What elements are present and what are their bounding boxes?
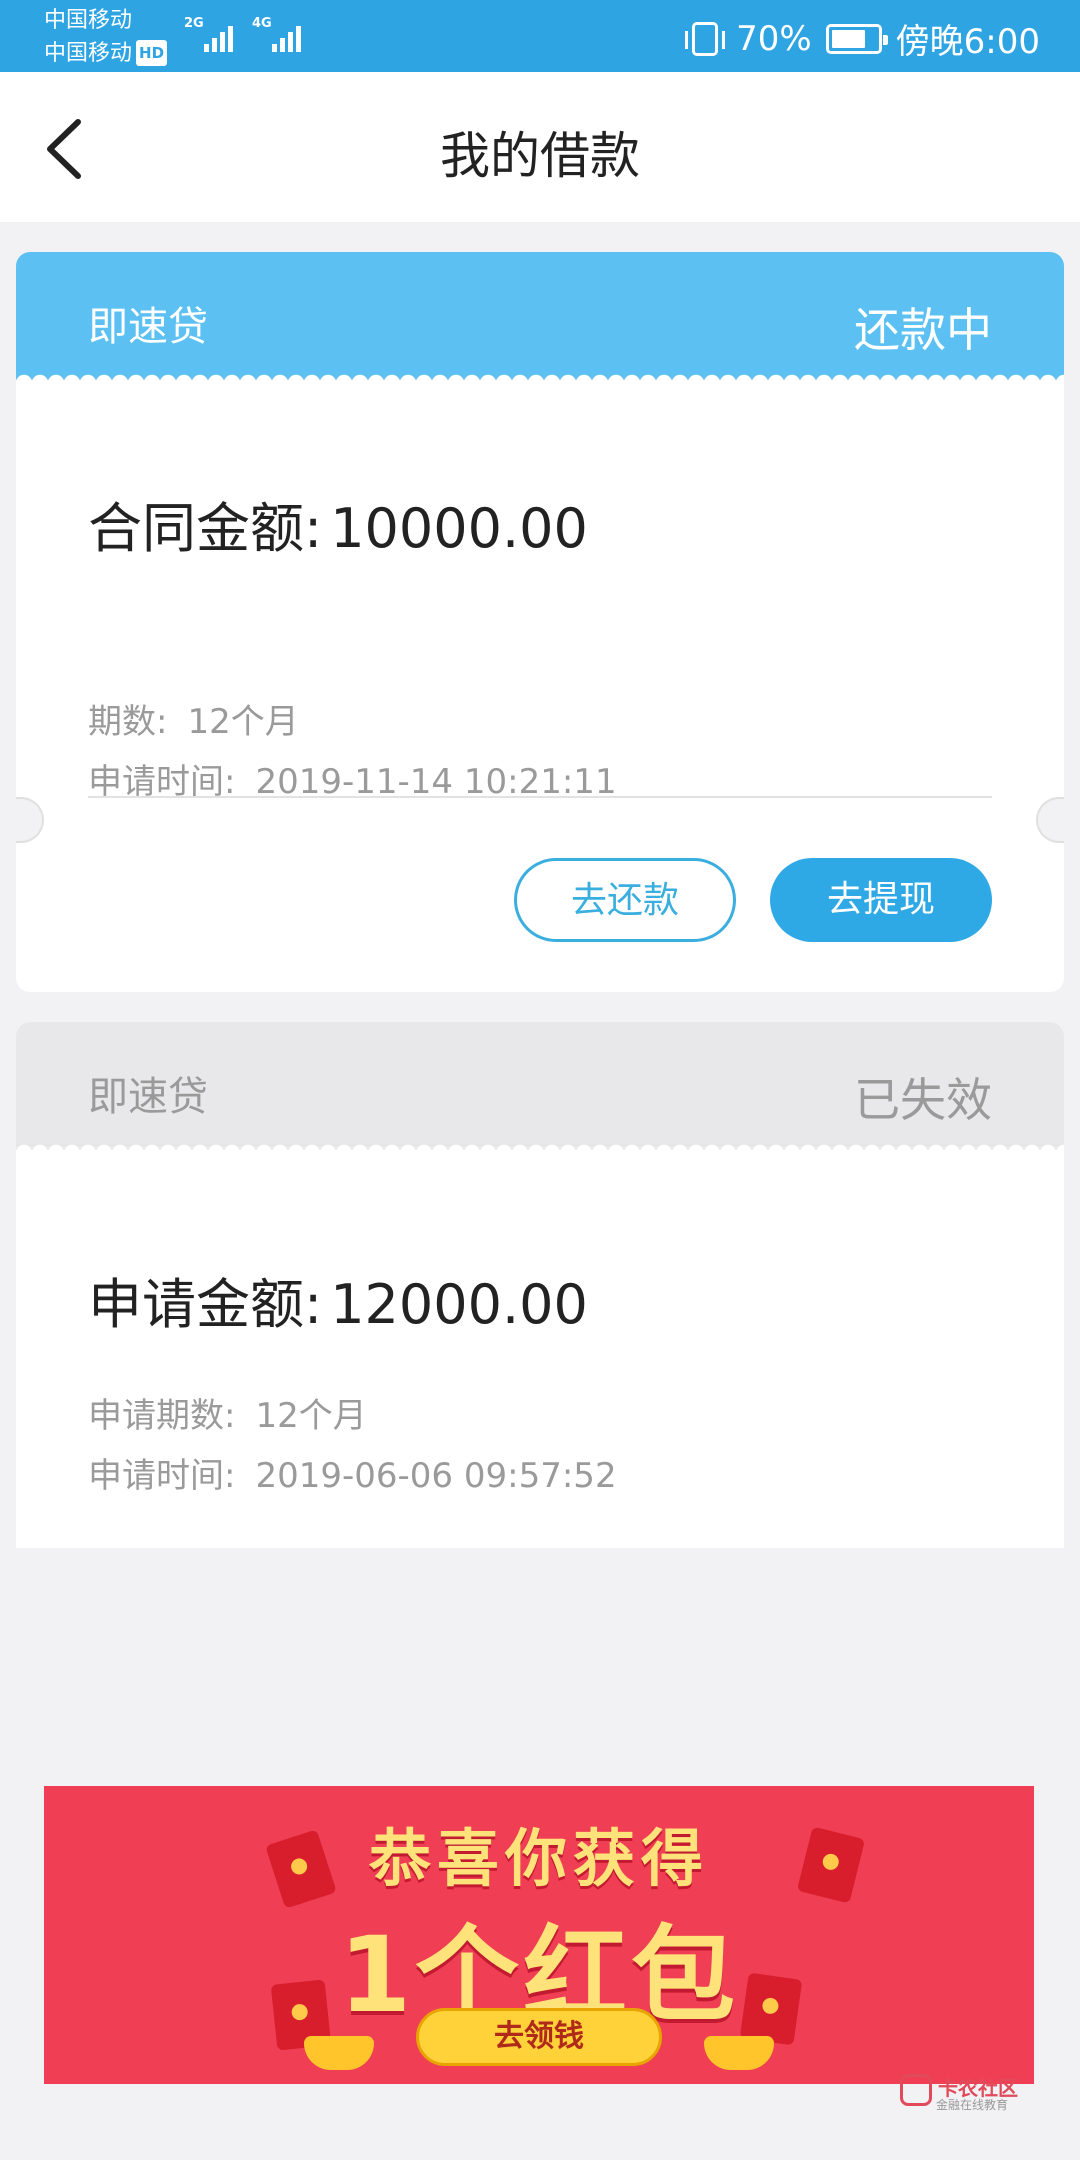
contract-amount-label: 合同金额: — [88, 497, 323, 560]
scalloped-edge — [16, 367, 1064, 383]
loan-card-active: 即速贷 还款中 合同金额: 10000.00 期数: 12个月 申请时间: 2019-… — [16, 252, 1064, 992]
watermark-logo-icon — [900, 2074, 932, 2106]
loan-term: 期数: 12个月 — [88, 694, 299, 743]
loan-card-expired[interactable]: 即速贷 已失效 申请金额: 12000.00 申请期数: 12个月 申请时间: 201… — [16, 1022, 1064, 1548]
ticket-notch-left — [16, 797, 44, 843]
contract-amount-value: 10000.00 — [330, 497, 588, 560]
red-packet-banner[interactable]: 恭喜你获得 1个红包 去领钱 — [44, 1786, 1034, 2084]
network-type-2: 4G — [252, 16, 272, 31]
apply-term: 申请期数: 12个月 — [88, 1388, 367, 1437]
apply-time-label: 申请时间: — [88, 1456, 236, 1496]
clock: 傍晚6:00 — [895, 22, 1040, 62]
apply-term-label: 申请期数: — [88, 1396, 236, 1436]
banner-title: 恭喜你获得 — [368, 1822, 709, 1895]
loan-status: 已失效 — [854, 1073, 992, 1127]
battery-icon — [825, 23, 888, 54]
battery-percent: 70% — [736, 18, 812, 59]
watermark-tagline: 金融在线教育 — [936, 2098, 1009, 2112]
carrier-label-2: 中国移动 HD — [44, 40, 168, 67]
signal-icon-2 — [272, 18, 301, 52]
network-type-1: 2G — [184, 16, 204, 31]
status-right: 70% 傍晚6:00 — [685, 14, 1040, 63]
gold-ingot-icon — [704, 2036, 774, 2070]
gold-ingot-icon — [304, 2036, 374, 2070]
contract-amount: 合同金额: 10000.00 — [88, 484, 588, 563]
divider — [88, 796, 992, 798]
vibrate-icon — [685, 21, 726, 56]
carrier-label-1: 中国移动 — [44, 8, 133, 33]
status-bar: 中国移动 中国移动 HD 2G 4G 70% 傍晚6:00 — [0, 0, 1080, 72]
apply-amount: 申请金额: 12000.00 — [88, 1260, 588, 1339]
carrier-name-2: 中国移动 — [44, 41, 133, 66]
loan-product-name: 即速贷 — [88, 1074, 208, 1120]
scalloped-edge — [16, 1137, 1064, 1153]
loan-card-header: 即速贷 还款中 — [16, 252, 1064, 383]
loan-status: 还款中 — [854, 303, 992, 357]
apply-amount-value: 12000.00 — [330, 1273, 588, 1336]
ticket-notch-right — [1036, 797, 1064, 843]
apply-time-value: 2019-06-06 09:57:52 — [255, 1456, 617, 1496]
withdraw-button[interactable]: 去提现 — [770, 858, 992, 942]
repay-button[interactable]: 去还款 — [514, 858, 736, 942]
claim-money-button[interactable]: 去领钱 — [416, 2008, 662, 2066]
loan-term-label: 期数: — [88, 702, 168, 742]
page-title: 我的借款 — [440, 127, 640, 185]
loan-term-value: 12个月 — [187, 702, 299, 742]
apply-time: 申请时间: 2019-06-06 09:57:52 — [88, 1448, 617, 1497]
loan-card-header: 即速贷 已失效 — [16, 1022, 1064, 1153]
hd-badge: HD — [136, 40, 168, 66]
apply-amount-label: 申请金额: — [88, 1273, 323, 1336]
app-header: 我的借款 — [0, 72, 1080, 222]
apply-term-value: 12个月 — [255, 1396, 367, 1436]
signal-icon-1 — [204, 18, 233, 52]
loan-product-name: 即速贷 — [88, 304, 208, 350]
